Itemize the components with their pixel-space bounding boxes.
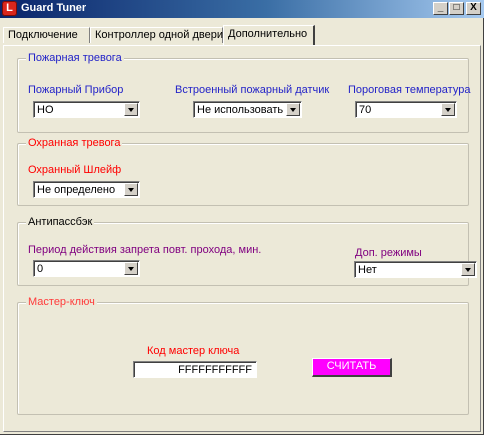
- builtin-sensor-value: Не использовать: [197, 104, 284, 116]
- passback-period-value: 0: [37, 263, 44, 275]
- chevron-down-icon[interactable]: [124, 183, 138, 196]
- extra-modes-value: Нет: [358, 264, 377, 276]
- security-alarm-title: Охранная тревога: [26, 137, 123, 149]
- threshold-temp-value: 70: [359, 104, 372, 116]
- chevron-down-icon[interactable]: [124, 262, 138, 275]
- master-key-title: Мастер-ключ: [26, 296, 97, 308]
- tab-additional[interactable]: Дополнительно: [223, 25, 315, 45]
- threshold-temp-select[interactable]: 70: [355, 101, 457, 118]
- app-window: L Guard Tuner _ □ X Подключение Контролл…: [0, 0, 484, 435]
- fire-device-value: НО: [37, 104, 54, 116]
- title-bar[interactable]: L Guard Tuner _ □ X: [0, 0, 484, 18]
- window-title: Guard Tuner: [21, 2, 87, 14]
- tab-panel-additional: Пожарная тревога Пожарный Прибор НО Встр…: [3, 45, 481, 432]
- maximize-button[interactable]: □: [449, 2, 464, 15]
- fire-alarm-group: Пожарная тревога Пожарный Прибор НО Встр…: [17, 52, 471, 133]
- fire-device-select[interactable]: НО: [33, 101, 140, 118]
- builtin-sensor-label: Встроенный пожарный датчик: [175, 84, 330, 96]
- passback-period-select[interactable]: 0: [33, 260, 140, 277]
- tab-connection[interactable]: Подключение: [3, 27, 90, 43]
- antipassback-title: Антипассбэк: [26, 216, 95, 228]
- chevron-down-icon[interactable]: [286, 103, 300, 116]
- chevron-down-icon[interactable]: [124, 103, 138, 116]
- minimize-button[interactable]: _: [433, 2, 448, 15]
- master-code-label: Код мастер ключа: [147, 345, 240, 357]
- passback-period-label: Период действия запрета повт. прохода, м…: [28, 244, 262, 256]
- chevron-down-icon[interactable]: [441, 103, 455, 116]
- chevron-down-icon[interactable]: [461, 263, 475, 276]
- antipassback-group: Антипассбэк Период действия запрета повт…: [17, 216, 477, 286]
- security-loop-select[interactable]: Не определено: [33, 181, 140, 198]
- builtin-sensor-select[interactable]: Не использовать: [193, 101, 302, 118]
- extra-modes-select[interactable]: Нет: [354, 261, 477, 278]
- extra-modes-label: Доп. режимы: [355, 247, 422, 259]
- security-loop-value: Не определено: [37, 184, 116, 196]
- tab-single-door-controller[interactable]: Контроллер одной двери: [90, 27, 223, 43]
- security-loop-label: Охранный Шлейф: [28, 164, 122, 176]
- threshold-temp-label: Пороговая температура: [348, 84, 471, 96]
- fire-alarm-title: Пожарная тревога: [26, 52, 124, 64]
- close-button[interactable]: X: [466, 2, 481, 15]
- security-alarm-group: Охранная тревога Охранный Шлейф Не опред…: [17, 137, 469, 206]
- master-key-group: Мастер-ключ Код мастер ключа FFFFFFFFFFF…: [17, 296, 469, 415]
- master-code-input[interactable]: FFFFFFFFFFF: [133, 361, 257, 378]
- screen-edge: [484, 0, 489, 437]
- fire-device-label: Пожарный Прибор: [28, 84, 124, 96]
- app-logo-icon: L: [2, 1, 17, 16]
- read-button[interactable]: СЧИТАТЬ: [312, 358, 392, 377]
